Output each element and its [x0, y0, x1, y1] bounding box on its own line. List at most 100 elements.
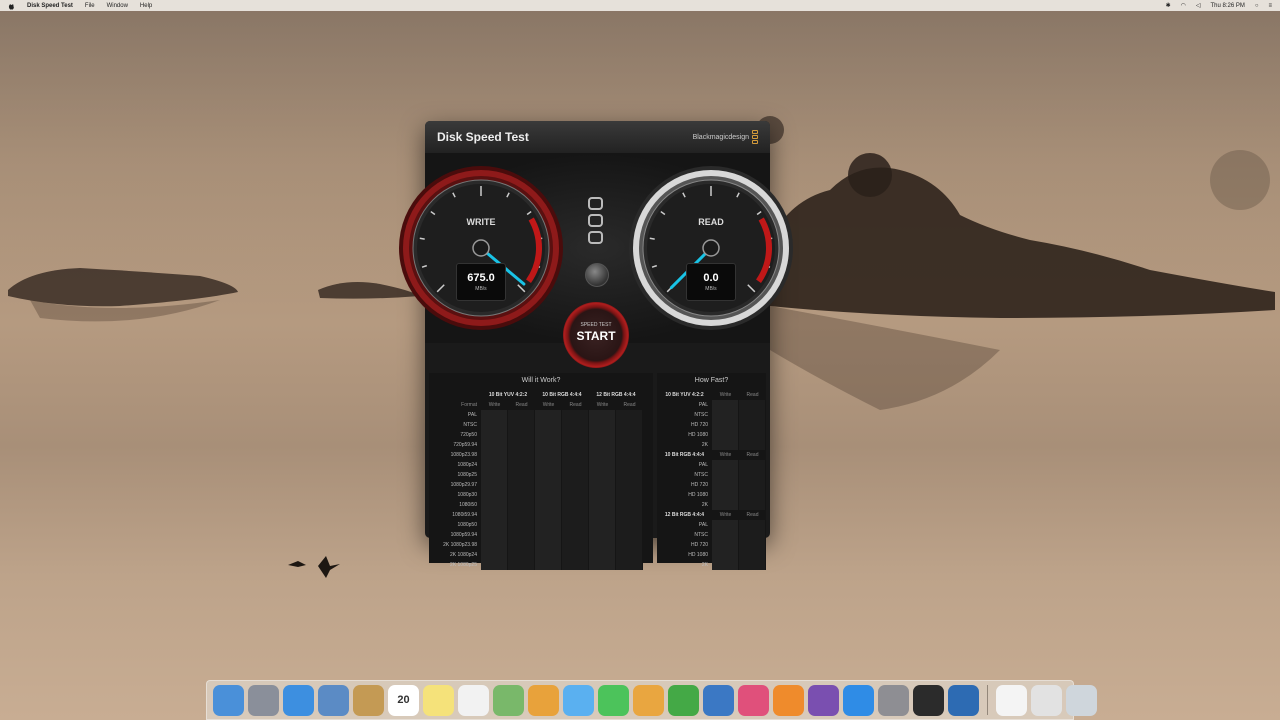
result-cell	[562, 410, 589, 420]
downloads-stack-icon[interactable]	[1031, 684, 1062, 716]
menu-bar: Disk Speed Test File Window Help ✱ ◠ ◁ T…	[0, 0, 1280, 11]
trash-icon[interactable]	[1066, 684, 1097, 716]
result-cell	[562, 540, 589, 550]
result-cell	[481, 550, 508, 560]
start-button[interactable]: SPEED TEST START	[563, 302, 629, 368]
read-gauge: READ 0.0 MB/s	[628, 165, 794, 331]
format-row-label: 1080p23.98	[450, 452, 477, 458]
format-row-label: 1080p59.94	[450, 532, 477, 538]
format-row-label: 1080i50	[459, 502, 477, 508]
result-cell	[712, 530, 739, 540]
result-cell	[508, 490, 535, 500]
disk-speed-test-icon[interactable]	[913, 684, 944, 716]
calendar-icon[interactable]: 20	[388, 684, 419, 716]
menu-window[interactable]: Window	[107, 3, 128, 9]
resolution-row-label: PAL	[698, 522, 708, 528]
menu-file[interactable]: File	[85, 3, 95, 9]
write-gauge-dial	[399, 166, 563, 330]
reminders-icon[interactable]	[458, 684, 489, 716]
bluetooth-icon[interactable]: ✱	[1166, 2, 1171, 9]
result-cell	[562, 440, 589, 450]
format-row-label: 720p50	[460, 432, 477, 438]
result-cell	[508, 540, 535, 550]
safari-icon[interactable]	[283, 684, 314, 716]
resolution-row-label: HD 1080	[688, 492, 708, 498]
launchpad-icon[interactable]	[248, 684, 279, 716]
photos-icon[interactable]	[528, 684, 559, 716]
facetime-icon[interactable]	[598, 684, 629, 716]
result-cell	[739, 460, 766, 470]
result-cell	[508, 550, 535, 560]
contacts-icon[interactable]	[353, 684, 384, 716]
target-drive-knob[interactable]	[585, 263, 609, 287]
result-cell	[712, 500, 739, 510]
result-cell	[508, 520, 535, 530]
notes-icon[interactable]	[423, 684, 454, 716]
result-cell	[481, 540, 508, 550]
format-row-label: 2K 1080p23.98	[443, 542, 477, 548]
window-titlebar[interactable]: Disk Speed Test Blackmagicdesign	[425, 121, 770, 153]
spotlight-icon[interactable]: ○	[1255, 3, 1259, 9]
ibooks-icon[interactable]	[773, 684, 804, 716]
notification-center-icon[interactable]: ≡	[1268, 3, 1272, 9]
settings-button[interactable]	[588, 197, 603, 244]
apple-menu-icon[interactable]	[8, 3, 15, 10]
result-cell	[616, 560, 643, 570]
gauge-tick	[419, 237, 425, 240]
quicktime-icon[interactable]	[948, 684, 979, 716]
itunes-icon[interactable]	[738, 684, 769, 716]
result-cell	[589, 430, 616, 440]
system-preferences-icon[interactable]	[878, 684, 909, 716]
maps-icon[interactable]	[493, 684, 524, 716]
result-cell	[589, 530, 616, 540]
format-row-label: 1080p24	[457, 462, 477, 468]
how-fast-panel: How Fast? 10 Bit YUV 4:2:2 Write Read PAL NT…	[657, 373, 766, 570]
result-cell	[562, 420, 589, 430]
document-icon[interactable]	[996, 684, 1027, 716]
format-header: Format	[461, 402, 477, 408]
numbers-icon[interactable]	[668, 684, 699, 716]
wifi-icon[interactable]: ◠	[1181, 2, 1186, 9]
window-title: Disk Speed Test	[437, 130, 529, 144]
menu-clock[interactable]: Thu 8:26 PM	[1211, 3, 1245, 9]
result-cell	[739, 550, 766, 560]
result-cell	[589, 460, 616, 470]
write-value: 675.0	[467, 272, 495, 284]
write-column-header: Write	[542, 402, 555, 408]
result-cell	[562, 530, 589, 540]
resolution-row-label: 2K	[701, 502, 708, 508]
menu-app-name[interactable]: Disk Speed Test	[27, 3, 73, 9]
read-column-header: Read	[746, 512, 759, 518]
result-cell	[562, 430, 589, 440]
format-row-label: 720p59.94	[453, 442, 477, 448]
result-cell	[589, 470, 616, 480]
resolution-row-label: HD 720	[691, 422, 708, 428]
gauge-tick	[649, 237, 655, 240]
result-cell	[508, 440, 535, 450]
result-cell	[616, 490, 643, 500]
format-row-label: PAL	[467, 412, 477, 418]
result-cell	[712, 470, 739, 480]
start-button-label: START	[576, 329, 616, 343]
messages-icon[interactable]	[563, 684, 594, 716]
result-cell	[739, 430, 766, 440]
resolution-row-label: 2K	[701, 562, 708, 568]
read-column-header: Read	[746, 452, 759, 458]
menu-help[interactable]: Help	[140, 3, 152, 9]
volume-icon[interactable]: ◁	[1196, 2, 1201, 9]
result-cell	[616, 550, 643, 560]
result-cell	[616, 450, 643, 460]
keynote-icon[interactable]	[703, 684, 734, 716]
resolution-row-label: NTSC	[694, 412, 708, 418]
result-cell	[589, 520, 616, 530]
result-cell	[589, 420, 616, 430]
result-cell	[508, 420, 535, 430]
finder-icon[interactable]	[213, 684, 244, 716]
result-cell	[508, 500, 535, 510]
app-store-icon[interactable]	[843, 684, 874, 716]
result-cell	[508, 450, 535, 460]
format-row-label: NTSC	[463, 422, 477, 428]
imovie-icon[interactable]	[808, 684, 839, 716]
mail-icon[interactable]	[318, 684, 349, 716]
pages-icon[interactable]	[633, 684, 664, 716]
